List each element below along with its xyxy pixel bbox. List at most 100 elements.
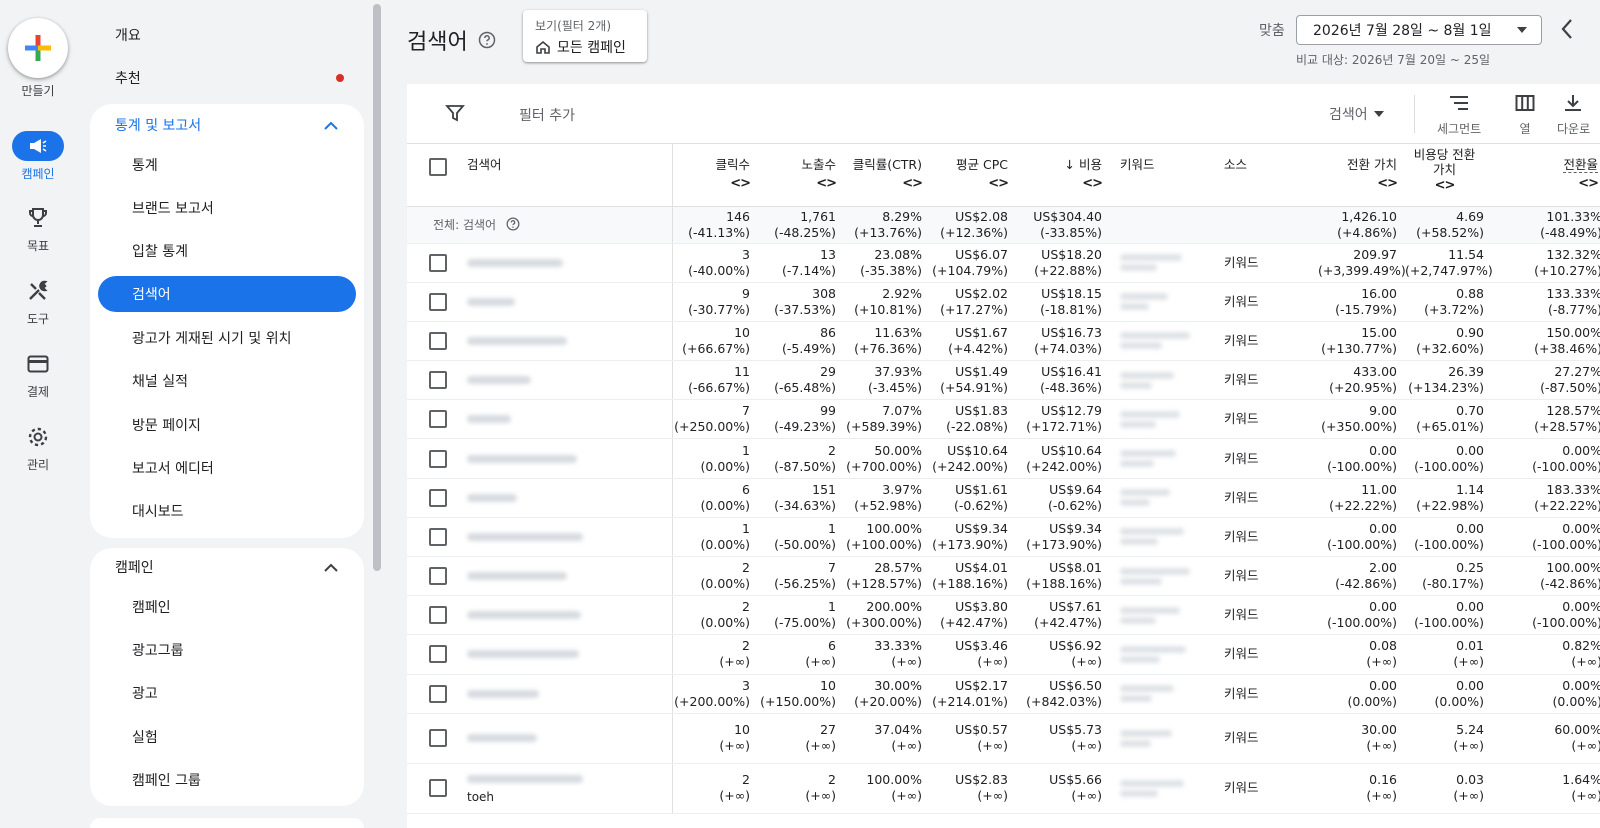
sidebar-item-ad-groups[interactable]: 광고그룹: [90, 628, 364, 671]
rail-item-goals[interactable]: 목표: [0, 203, 76, 254]
sidebar-item-stats[interactable]: 통계: [90, 143, 364, 186]
row-checkbox[interactable]: [429, 331, 447, 350]
sort-icon[interactable]: <>: [844, 176, 923, 191]
segment-button[interactable]: 세그먼트: [1437, 94, 1481, 137]
cell-keyword[interactable]: [1110, 595, 1214, 636]
header-conv-value[interactable]: 전환 가치 <>: [1318, 144, 1405, 207]
cell-keyword[interactable]: [1110, 674, 1214, 714]
reports-section-header[interactable]: 통계 및 보고서: [90, 107, 364, 143]
view-filter-selector[interactable]: 보기(필터 2개) 모든 캠페인: [523, 10, 647, 62]
rail-item-admin[interactable]: 관리: [0, 422, 76, 473]
rail-item-billing[interactable]: 결제: [0, 349, 76, 400]
table-row[interactable]: 3 (+200.00%) 10 (+150.00%) 30.00% (+20.00%) US…: [407, 674, 1600, 714]
row-checkbox[interactable]: [429, 488, 447, 507]
table-row[interactable]: 10 (+∞) 27 (+∞) 37.04% (+∞) US$0.57 (+∞) US$5.73…: [407, 713, 1600, 764]
help-icon[interactable]: [506, 217, 520, 231]
table-row[interactable]: 3 (-40.00%) 13 (-7.14%) 23.08% (-35.38%) US$6.…: [407, 243, 1600, 283]
cell-search-term[interactable]: [459, 556, 645, 597]
sort-icon[interactable]: <>: [930, 176, 1009, 191]
sidebar-item-recommendations[interactable]: 추천: [90, 56, 366, 99]
cell-keyword[interactable]: [1110, 634, 1214, 675]
cell-keyword[interactable]: [1110, 243, 1214, 283]
row-checkbox[interactable]: [429, 253, 447, 272]
row-checkbox[interactable]: [429, 410, 447, 429]
table-row[interactable]: 11 (-66.67%) 29 (-65.48%) 37.93% (-3.45%) US$1…: [407, 360, 1600, 401]
table-row[interactable]: 9 (-30.77%) 308 (-37.53%) 2.92% (+10.81%) US$2…: [407, 282, 1600, 322]
cell-search-term[interactable]: [459, 321, 645, 362]
sidebar-item-dashboards[interactable]: 대시보드: [90, 490, 364, 533]
row-checkbox[interactable]: [429, 684, 447, 703]
sidebar-item-experiments[interactable]: 실험: [90, 715, 364, 758]
row-checkbox[interactable]: [429, 371, 447, 390]
sidebar-item-where-when[interactable]: 광고가 게재된 시기 및 위치: [90, 316, 364, 359]
sidebar-item-channel-performance[interactable]: 채널 실적: [90, 360, 364, 403]
rail-item-tools[interactable]: 도구: [0, 276, 76, 327]
cell-keyword[interactable]: [1110, 399, 1214, 440]
sidebar-item-overview[interactable]: 개요: [90, 13, 366, 56]
cell-search-term[interactable]: [459, 438, 645, 479]
row-checkbox[interactable]: [429, 292, 447, 311]
cell-search-term[interactable]: [459, 713, 645, 764]
cell-keyword[interactable]: [1110, 360, 1214, 401]
header-value-per-cost[interactable]: 비용당 전환 가치 <>: [1405, 144, 1492, 207]
date-range-selector[interactable]: 2026년 7월 28일 ~ 8월 1일: [1296, 15, 1542, 45]
header-conv-rate[interactable]: 전환율 <>: [1492, 144, 1600, 207]
cell-search-term[interactable]: [459, 634, 645, 675]
row-checkbox[interactable]: [429, 729, 447, 748]
header-source[interactable]: 소스: [1214, 144, 1318, 207]
sidebar-item-report-editor[interactable]: 보고서 에디터: [90, 446, 364, 489]
table-row[interactable]: toeh 2 (+∞) 2 (+∞) 100.00% (+∞) US$2.83 (+∞) US$5…: [407, 763, 1600, 814]
row-checkbox[interactable]: [429, 567, 447, 586]
header-keyword[interactable]: 키워드: [1110, 144, 1214, 207]
sidebar-item-landing-pages[interactable]: 방문 페이지: [90, 403, 364, 446]
cell-keyword[interactable]: [1110, 478, 1214, 518]
sort-icon[interactable]: <>: [1405, 178, 1484, 193]
cell-search-term[interactable]: [459, 360, 645, 401]
cell-keyword[interactable]: [1110, 438, 1214, 479]
cell-search-term[interactable]: [459, 282, 645, 322]
add-filter-button[interactable]: 필터 추가: [519, 105, 575, 125]
cell-keyword[interactable]: [1110, 556, 1214, 597]
sort-icon[interactable]: <>: [1318, 176, 1398, 191]
row-checkbox[interactable]: [429, 645, 447, 664]
table-row[interactable]: 2 (+∞) 6 (+∞) 33.33% (+∞) US$3.46 (+∞) US$6.92 (+…: [407, 634, 1600, 675]
sidebar-item-auction-insights[interactable]: 입찰 통계: [90, 230, 364, 273]
cell-keyword[interactable]: [1110, 321, 1214, 362]
table-row[interactable]: 10 (+66.67%) 86 (-5.49%) 11.63% (+76.36%) US$1…: [407, 321, 1600, 362]
row-checkbox[interactable]: [429, 527, 447, 546]
download-button[interactable]: 다운로: [1557, 94, 1600, 137]
cell-keyword[interactable]: [1110, 713, 1214, 764]
cell-keyword[interactable]: [1110, 517, 1214, 558]
row-checkbox[interactable]: [429, 449, 447, 468]
columns-button[interactable]: 열: [1515, 94, 1535, 137]
header-avg-cpc[interactable]: 평균 CPC <>: [930, 144, 1016, 207]
filter-icon[interactable]: [445, 103, 465, 123]
table-row[interactable]: 6 (0.00%) 151 (-34.63%) 3.97% (+52.98%) US$1.6…: [407, 478, 1600, 518]
header-impressions[interactable]: 노출수 <>: [758, 144, 844, 207]
help-icon[interactable]: [478, 31, 496, 49]
cell-search-term[interactable]: [459, 517, 645, 558]
cell-keyword[interactable]: [1110, 282, 1214, 322]
cell-keyword[interactable]: [1110, 763, 1214, 814]
table-row[interactable]: 7 (+250.00%) 99 (-49.23%) 7.07% (+589.39%) US$…: [407, 399, 1600, 440]
sidebar-item-campaigns[interactable]: 캠페인: [90, 585, 364, 628]
sort-icon[interactable]: <>: [1492, 176, 1599, 191]
header-ctr[interactable]: 클릭률(CTR) <>: [844, 144, 930, 207]
segment-view-select[interactable]: 검색어: [1329, 104, 1384, 124]
sort-icon[interactable]: <>: [1016, 176, 1103, 191]
sidebar-scrollbar[interactable]: [373, 4, 381, 571]
sidebar-item-brand-report[interactable]: 브랜드 보고서: [90, 186, 364, 229]
cell-search-term[interactable]: toeh: [459, 763, 645, 814]
select-all-checkbox[interactable]: [429, 158, 447, 176]
sidebar-item-search-terms[interactable]: 검색어: [98, 276, 356, 313]
table-row[interactable]: 2 (0.00%) 1 (-75.00%) 200.00% (+300.00%) US$3.…: [407, 595, 1600, 636]
table-row[interactable]: 2 (0.00%) 7 (-56.25%) 28.57% (+128.57%) US$4.0…: [407, 556, 1600, 597]
cell-search-term[interactable]: [459, 595, 645, 636]
cell-search-term[interactable]: [459, 399, 645, 440]
cell-search-term[interactable]: [459, 478, 645, 518]
sidebar-item-ads[interactable]: 광고: [90, 672, 364, 715]
sort-icon[interactable]: <>: [758, 176, 837, 191]
rail-item-campaigns[interactable]: 캠페인: [0, 131, 76, 182]
table-row[interactable]: 1 (0.00%) 2 (-87.50%) 50.00% (+700.00%) US$10.…: [407, 438, 1600, 479]
header-clicks[interactable]: 클릭수 <>: [672, 144, 758, 207]
